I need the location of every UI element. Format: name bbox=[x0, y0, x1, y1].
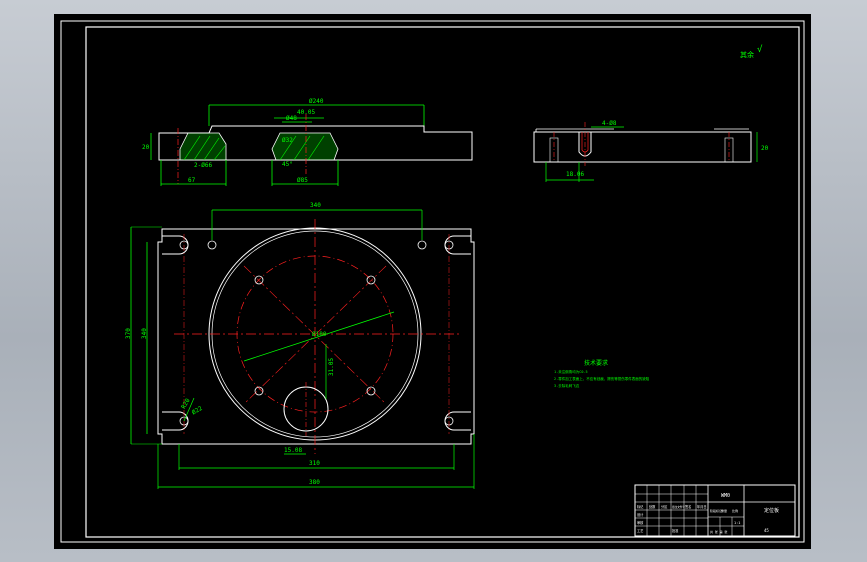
cad-viewport[interactable]: 其余 √ Ø240 40.05 Ø48 Ø32 20 67 2-Ø66 Ø85 … bbox=[54, 14, 811, 549]
dim-front-right-dia: Ø85 bbox=[297, 177, 308, 184]
tech-requirements: 技术要求 1.未注倒角均为C0.5 2.零件加工表面上，不应有划痕、擦伤等损伤零… bbox=[554, 359, 650, 388]
sheet-inner-border bbox=[85, 26, 800, 538]
dim-plan-left-outer: 370 bbox=[125, 328, 132, 339]
tb-row-zone: 分区 bbox=[661, 504, 668, 509]
tech-req-title: 技术要求 bbox=[584, 359, 608, 367]
tb-process: 工艺 bbox=[637, 528, 643, 533]
roughness-note: 其余 √ bbox=[740, 44, 763, 59]
tb-drawing-no: WM0 bbox=[721, 493, 730, 499]
dim-front-left-x: 67 bbox=[188, 177, 196, 184]
dim-plan-corner-b: Ø22 bbox=[191, 405, 204, 417]
tb-design: 设计 bbox=[637, 512, 644, 517]
tb-row-count: 处数 bbox=[649, 504, 656, 509]
tb-part-name: 定位板 bbox=[764, 507, 779, 514]
dim-side-top: 4-Ø8 bbox=[602, 120, 617, 127]
tb-scale: 1:1 bbox=[734, 521, 740, 525]
dim-front-left-dia: 2-Ø66 bbox=[194, 162, 212, 169]
tb-weight: 重量 bbox=[721, 508, 727, 513]
tb-check: 审核 bbox=[637, 520, 644, 525]
roughness-label: 其余 bbox=[740, 50, 754, 59]
roughness-symbol: √ bbox=[757, 44, 763, 55]
dim-front-width: Ø240 bbox=[309, 98, 324, 105]
dim-plan-center: Ø180 bbox=[312, 331, 327, 338]
tb-row-change: 更改文件号 bbox=[672, 505, 685, 509]
tech-req-line-2: 2.零件加工表面上，不应有划痕、擦伤等损伤零件表面的缺陷 bbox=[554, 376, 650, 381]
sheet-outer-border bbox=[60, 20, 805, 543]
plan-view: Ø180 31.05 340 370 340 R20 Ø22 310 15.08… bbox=[125, 202, 475, 489]
dim-front-left-h: 20 bbox=[142, 144, 150, 151]
dim-plan-left-inner: 340 bbox=[141, 328, 148, 339]
title-block: 标记 处数 分区 更改文件号 签名 年月日 设计 审核 工艺 批准 WM0 定位… bbox=[634, 484, 796, 537]
tb-row-sign: 签名 bbox=[685, 504, 691, 509]
tb-row-date: 年月日 bbox=[697, 504, 707, 509]
tb-scale-label: 比例 bbox=[732, 508, 738, 513]
dim-plan-bottom-outer: 380 bbox=[309, 479, 320, 486]
tb-approve: 批准 bbox=[672, 528, 679, 533]
tb-sheets: 共 张 第 张 bbox=[710, 529, 727, 534]
front-section-view: Ø240 40.05 Ø48 Ø32 20 67 2-Ø66 Ø85 45° bbox=[142, 98, 473, 186]
tech-req-line-1: 1.未注倒角均为C0.5 bbox=[554, 369, 588, 374]
tb-row-mark: 标记 bbox=[637, 504, 644, 509]
dim-side-bottom: 18.06 bbox=[566, 171, 584, 178]
dim-plan-corner-a: R20 bbox=[180, 397, 192, 410]
tech-req-line-3: 3.去除毛刺飞边 bbox=[554, 383, 580, 388]
dim-front-angle: 45° bbox=[282, 161, 293, 168]
dim-side-h: 20 bbox=[761, 145, 769, 152]
engineering-drawing: 其余 √ Ø240 40.05 Ø48 Ø32 20 67 2-Ø66 Ø85 … bbox=[60, 20, 805, 543]
tb-material: 45 bbox=[764, 528, 769, 533]
dim-front-hole-b: Ø48 bbox=[286, 115, 297, 122]
dim-plan-radial: 31.05 bbox=[328, 358, 335, 376]
side-view: 4-Ø8 18.06 20 bbox=[533, 120, 769, 182]
dim-plan-small-dia: 15.08 bbox=[284, 447, 302, 454]
dim-plan-top: 340 bbox=[310, 202, 321, 209]
dim-plan-bottom-inner: 310 bbox=[309, 460, 320, 467]
